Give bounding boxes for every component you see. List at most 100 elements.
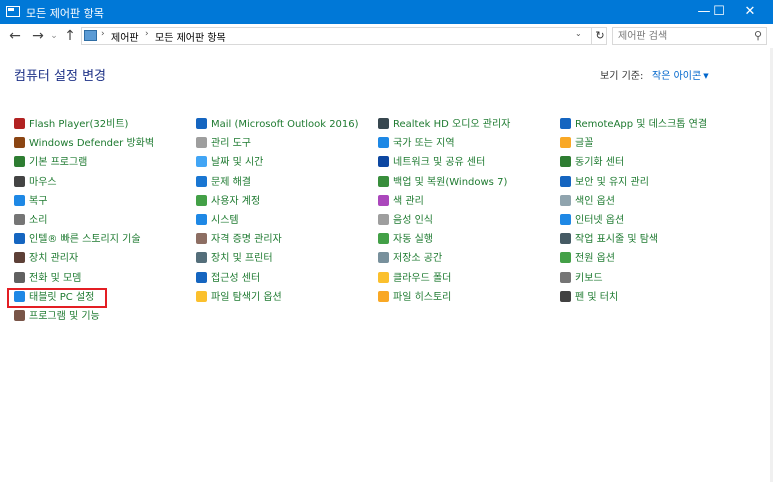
control-panel-item-label[interactable]: Mail (Microsoft Outlook 2016) bbox=[211, 119, 359, 130]
search-icon[interactable]: ⚲ bbox=[754, 29, 762, 42]
control-panel-item[interactable]: 네트워크 및 공유 센터 bbox=[378, 154, 485, 172]
search-box[interactable]: ⚲ bbox=[612, 27, 767, 45]
control-panel-item-label[interactable]: 장치 관리자 bbox=[29, 253, 78, 264]
control-panel-item-label[interactable]: 국가 또는 지역 bbox=[393, 138, 455, 149]
control-panel-item[interactable]: 문제 해결 bbox=[196, 174, 251, 192]
breadcrumb-all-items[interactable]: 모든 제어판 항목 bbox=[155, 29, 226, 44]
control-panel-item[interactable]: 전원 옵션 bbox=[560, 250, 615, 268]
control-panel-item-label[interactable]: 자격 증명 관리자 bbox=[211, 234, 282, 245]
control-panel-item-label[interactable]: 전원 옵션 bbox=[575, 253, 615, 264]
control-panel-item-label[interactable]: Flash Player(32비트) bbox=[29, 119, 128, 130]
refresh-button[interactable]: ↻ bbox=[591, 27, 608, 45]
search-input[interactable] bbox=[618, 29, 748, 44]
control-panel-item[interactable]: 보안 및 유지 관리 bbox=[560, 174, 649, 192]
control-panel-item[interactable]: 파일 탐색기 옵션 bbox=[196, 289, 282, 307]
address-dropdown-icon[interactable]: ⌄ bbox=[575, 29, 582, 38]
chevron-down-icon[interactable]: ▼ bbox=[703, 72, 708, 80]
control-panel-item-label[interactable]: 날짜 및 시간 bbox=[211, 157, 263, 168]
control-panel-item[interactable]: 장치 관리자 bbox=[14, 250, 78, 268]
control-panel-item[interactable]: 날짜 및 시간 bbox=[196, 154, 263, 172]
control-panel-item-label[interactable]: 마우스 bbox=[29, 177, 57, 188]
control-panel-item[interactable]: 파일 히스토리 bbox=[378, 289, 451, 307]
view-by-dropdown[interactable]: 작은 아이콘 ▼ bbox=[652, 67, 709, 82]
up-button[interactable]: ↑ bbox=[62, 26, 78, 46]
control-panel-item-label[interactable]: 소리 bbox=[29, 215, 47, 226]
control-panel-item-label[interactable]: 사용자 계정 bbox=[211, 196, 260, 207]
control-panel-item[interactable]: Realtek HD 오디오 관리자 bbox=[378, 116, 510, 134]
forward-button[interactable]: → bbox=[29, 26, 47, 46]
control-panel-item-label[interactable]: RemoteApp 및 데스크톱 연결 bbox=[575, 119, 707, 130]
control-panel-item-label[interactable]: 프로그램 및 기능 bbox=[29, 311, 100, 322]
control-panel-item[interactable]: 작업 표시줄 및 탐색 bbox=[560, 231, 658, 249]
control-panel-item[interactable]: 소리 bbox=[14, 212, 47, 230]
control-panel-item[interactable]: 저장소 공간 bbox=[378, 250, 442, 268]
control-panel-item[interactable]: 관리 도구 bbox=[196, 135, 251, 153]
control-panel-item-label[interactable]: 파일 탐색기 옵션 bbox=[211, 292, 282, 303]
breadcrumb-separator[interactable]: › bbox=[101, 29, 105, 39]
control-panel-item-label[interactable]: 인터넷 옵션 bbox=[575, 215, 624, 226]
control-panel-item[interactable]: 마우스 bbox=[14, 174, 57, 192]
control-panel-item[interactable]: Flash Player(32비트) bbox=[14, 116, 128, 134]
control-panel-item-label[interactable]: 네트워크 및 공유 센터 bbox=[393, 157, 485, 168]
control-panel-item[interactable]: 사용자 계정 bbox=[196, 193, 260, 211]
devices-printers-icon bbox=[196, 252, 207, 264]
control-panel-item[interactable]: 자동 실행 bbox=[378, 231, 433, 249]
control-panel-item[interactable]: 색인 옵션 bbox=[560, 193, 615, 211]
control-panel-item[interactable]: 색 관리 bbox=[378, 193, 424, 211]
control-panel-item[interactable]: Windows Defender 방화벽 bbox=[14, 135, 154, 153]
control-panel-item[interactable]: 자격 증명 관리자 bbox=[196, 231, 282, 249]
control-panel-item-label[interactable]: 색 관리 bbox=[393, 196, 424, 207]
control-panel-item-label[interactable]: 복구 bbox=[29, 196, 47, 207]
control-panel-item[interactable]: 인텔® 빠른 스토리지 기술 bbox=[14, 231, 141, 249]
control-panel-item[interactable]: 백업 및 복원(Windows 7) bbox=[378, 174, 507, 192]
control-panel-item[interactable]: 전화 및 모뎀 bbox=[14, 270, 81, 288]
control-panel-item[interactable]: Mail (Microsoft Outlook 2016) bbox=[196, 116, 359, 134]
control-panel-item-label[interactable]: 기본 프로그램 bbox=[29, 157, 87, 168]
control-panel-item[interactable]: 인터넷 옵션 bbox=[560, 212, 624, 230]
control-panel-item-label[interactable]: 파일 히스토리 bbox=[393, 292, 451, 303]
control-panel-item-label[interactable]: 관리 도구 bbox=[211, 138, 251, 149]
control-panel-item[interactable]: 키보드 bbox=[560, 270, 603, 288]
control-panel-item[interactable]: 프로그램 및 기능 bbox=[14, 308, 100, 326]
control-panel-item[interactable]: 펜 및 터치 bbox=[560, 289, 618, 307]
security-maintenance-icon bbox=[560, 175, 571, 187]
control-panel-item-label[interactable]: 펜 및 터치 bbox=[575, 292, 618, 303]
control-panel-item[interactable]: 장치 및 프린터 bbox=[196, 250, 273, 268]
breadcrumb[interactable]: › 제어판 › 모든 제어판 항목 ⌄ bbox=[81, 27, 607, 45]
back-button[interactable]: ← bbox=[6, 26, 24, 46]
recent-locations-button[interactable]: ⌄ bbox=[48, 26, 60, 46]
control-panel-item[interactable]: 시스템 bbox=[196, 212, 239, 230]
control-panel-item-label[interactable]: Realtek HD 오디오 관리자 bbox=[393, 119, 510, 130]
control-panel-item[interactable]: 국가 또는 지역 bbox=[378, 135, 455, 153]
control-panel-item-label[interactable]: 전화 및 모뎀 bbox=[29, 273, 81, 284]
control-panel-item-label[interactable]: 문제 해결 bbox=[211, 177, 251, 188]
control-panel-item-label[interactable]: 작업 표시줄 및 탐색 bbox=[575, 234, 658, 245]
control-panel-item[interactable]: 복구 bbox=[14, 193, 47, 211]
control-panel-item-label[interactable]: 음성 인식 bbox=[393, 215, 433, 226]
breadcrumb-separator[interactable]: › bbox=[145, 29, 149, 39]
control-panel-item-label[interactable]: Windows Defender 방화벽 bbox=[29, 138, 154, 149]
control-panel-item-label[interactable]: 키보드 bbox=[575, 273, 603, 284]
control-panel-item-label[interactable]: 자동 실행 bbox=[393, 234, 433, 245]
control-panel-item[interactable]: 기본 프로그램 bbox=[14, 154, 87, 172]
control-panel-item-label[interactable]: 동기화 센터 bbox=[575, 157, 624, 168]
control-panel-item[interactable]: 클라우드 폴더 bbox=[378, 270, 451, 288]
control-panel-item-label[interactable]: 클라우드 폴더 bbox=[393, 273, 451, 284]
control-panel-item-label[interactable]: 백업 및 복원(Windows 7) bbox=[393, 177, 507, 188]
control-panel-item[interactable]: 음성 인식 bbox=[378, 212, 433, 230]
control-panel-item[interactable]: 글꼴 bbox=[560, 135, 593, 153]
control-panel-item[interactable]: RemoteApp 및 데스크톱 연결 bbox=[560, 116, 707, 134]
control-panel-item[interactable]: 접근성 센터 bbox=[196, 270, 260, 288]
control-panel-item-label[interactable]: 인텔® 빠른 스토리지 기술 bbox=[29, 234, 141, 245]
control-panel-item-label[interactable]: 저장소 공간 bbox=[393, 253, 442, 264]
view-by-value[interactable]: 작은 아이콘 bbox=[652, 71, 701, 82]
breadcrumb-control-panel[interactable]: 제어판 bbox=[111, 29, 139, 44]
control-panel-item-label[interactable]: 색인 옵션 bbox=[575, 196, 615, 207]
control-panel-item-label[interactable]: 시스템 bbox=[211, 215, 239, 226]
control-panel-item-label[interactable]: 접근성 센터 bbox=[211, 273, 260, 284]
control-panel-item-label[interactable]: 보안 및 유지 관리 bbox=[575, 177, 649, 188]
control-panel-item-label[interactable]: 글꼴 bbox=[575, 138, 593, 149]
control-panel-item[interactable]: 동기화 센터 bbox=[560, 154, 624, 172]
close-button[interactable]: ✕ bbox=[727, 0, 773, 24]
control-panel-item-label[interactable]: 장치 및 프린터 bbox=[211, 253, 273, 264]
